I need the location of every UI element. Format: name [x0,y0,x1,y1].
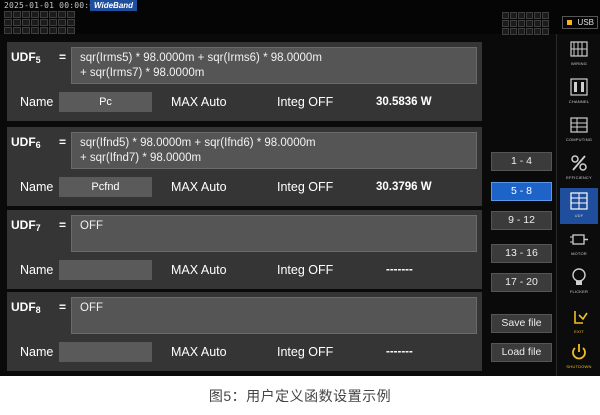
channel-status-grid [4,11,75,34]
sidebar-item-label: EFFICIENCY [566,175,592,180]
usb-label: USB [577,18,594,27]
equals-sign: = [59,218,67,232]
usb-icon [567,20,572,25]
channel-icon [570,78,588,96]
flicker-icon [572,268,586,285]
udf-panel-5: UDF5 = sqr(Irms5) * 98.0000m + sqr(Irms6… [7,42,482,121]
udf-result-value: 30.5836 W [376,96,432,108]
name-label: Name [20,95,54,109]
sidebar-item-udf[interactable]: UDF [560,188,598,224]
name-label: Name [20,180,54,194]
udf-expression-field[interactable]: sqr(Ifnd5) * 98.0000m + sqr(Ifnd6) * 98.… [71,132,477,169]
sidebar-item-label: EXIT [574,329,584,334]
integ-setting[interactable]: Integ OFF [277,345,333,359]
load-file-button[interactable]: Load file [491,343,552,362]
udf-label: UDF8 [11,300,41,315]
max-setting[interactable]: MAX Auto [171,95,227,109]
expression-line-1: sqr(Irms5) * 98.0000m + sqr(Irms6) * 98.… [80,52,322,64]
sidebar-item-efficiency[interactable]: EFFICIENCY [560,150,598,186]
udf-panel-6: UDF6 = sqr(Ifnd5) * 98.0000m + sqr(Ifnd6… [7,127,482,206]
udf-expression-field[interactable]: OFF [71,215,477,252]
range-button-13-16[interactable]: 13 - 16 [491,244,552,263]
expression-line-2: + sqr(Irms7) * 98.0000m [80,67,205,79]
integ-setting[interactable]: Integ OFF [277,95,333,109]
range-button-17-20[interactable]: 17 - 20 [491,273,552,292]
udf-icon [570,192,588,210]
equals-sign: = [59,135,67,149]
wiring-icon [570,41,588,57]
range-button-5-8[interactable]: 5 - 8 [491,182,552,201]
integ-setting[interactable]: Integ OFF [277,180,333,194]
max-setting[interactable]: MAX Auto [171,345,227,359]
datetime: 2025-01-01 00:00:00 [4,1,100,10]
equals-sign: = [59,300,67,314]
channel-status-grid-right [502,12,549,35]
sidebar-item-shutdown[interactable]: SHUTDOWN [560,339,598,375]
sidebar-item-exit[interactable]: EXIT [560,304,598,340]
udf-label: UDF5 [11,50,41,65]
name-label: Name [20,263,54,277]
udf-name-field[interactable] [59,342,152,362]
udf-name-field[interactable]: Pcfnd [59,177,152,197]
sidebar-item-channel[interactable]: CHANNEL [560,74,598,110]
udf-panel-8: UDF8 = OFF Name MAX Auto Integ OFF -----… [7,292,482,371]
motor-icon [570,234,588,245]
sidebar-item-label: UDF [574,213,584,218]
sidebar-item-label: COMPUTING [565,137,593,142]
save-file-button[interactable]: Save file [491,314,552,333]
sidebar-item-label: MOTOR [571,251,587,256]
integ-setting[interactable]: Integ OFF [277,263,333,277]
name-label: Name [20,345,54,359]
sidebar-item-wiring[interactable]: WIRING [560,36,598,72]
sidebar-item-label: FLICKER [569,289,589,294]
udf-label: UDF6 [11,135,41,150]
max-setting[interactable]: MAX Auto [171,263,227,277]
udf-name-field[interactable]: Pc [59,92,152,112]
instrument-screen: 2025-01-01 00:00:00 WideBand USB UDF5 = … [0,0,600,376]
udf-expression-field[interactable]: OFF [71,297,477,334]
expression-line-1: OFF [80,302,103,314]
udf-panel-7: UDF7 = OFF Name MAX Auto Integ OFF -----… [7,210,482,289]
sidebar-item-label: SHUTDOWN [566,364,592,369]
status-bar: 2025-01-01 00:00:00 WideBand USB [0,0,600,35]
range-button-1-4[interactable]: 1 - 4 [491,152,552,171]
udf-expression-field[interactable]: sqr(Irms5) * 98.0000m + sqr(Irms6) * 98.… [71,47,477,84]
sidebar-item-flicker[interactable]: FLICKER [560,264,598,300]
range-button-9-12[interactable]: 9 - 12 [491,211,552,230]
expression-line-1: sqr(Ifnd5) * 98.0000m + sqr(Ifnd6) * 98.… [80,137,316,149]
max-setting[interactable]: MAX Auto [171,180,227,194]
sidebar-item-label: CHANNEL [568,99,590,104]
exit-icon [574,311,588,324]
udf-name-field[interactable] [59,260,152,280]
expression-line-2: + sqr(Ifnd7) * 98.0000m [80,152,202,164]
sidebar-item-label: WIRING [570,61,588,66]
wideband-badge: WideBand [90,0,138,11]
equals-sign: = [59,50,67,64]
figure-caption: 图5：用户定义函数设置示例 [208,388,392,404]
usb-indicator: USB [562,16,598,29]
sidebar-nav: WIRING CHANNEL COMPUTING EFFICIENCY UDF … [556,34,600,376]
sidebar-item-motor[interactable]: MOTOR [560,226,598,262]
udf-result-value: 30.3796 W [376,181,432,193]
expression-line-1: OFF [80,220,103,232]
sidebar-item-computing[interactable]: COMPUTING [560,112,598,148]
computing-icon [570,117,588,133]
efficiency-icon [571,155,587,171]
udf-label: UDF7 [11,218,41,233]
shutdown-icon [572,344,586,360]
